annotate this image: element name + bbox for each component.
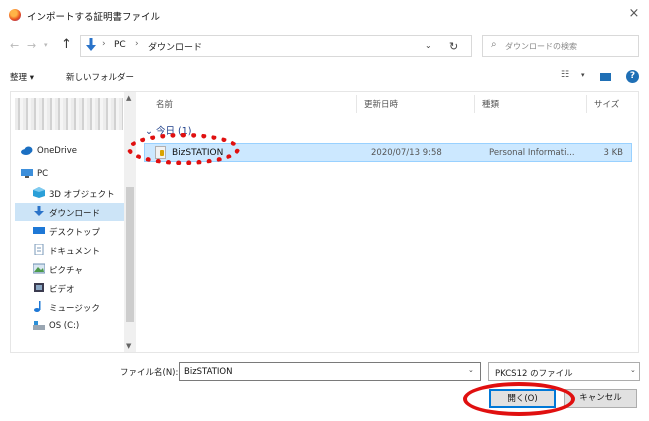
sidebar-item-label: ダウンロード [49,209,101,219]
cloud-icon [21,146,33,155]
scroll-down-icon[interactable]: ▼ [126,342,131,350]
blurred-quick-access [15,98,123,130]
recent-locations-chevron-icon[interactable]: ▾ [44,41,48,49]
column-header-date[interactable]: 更新日時 [364,98,398,110]
sidebar-item-desktop[interactable]: デスクトップ [15,222,125,240]
breadcrumb-downloads[interactable]: ダウンロード [148,40,202,53]
sidebar-item-label: ピクチャ [49,266,83,276]
sidebar-item-pc[interactable]: PC [15,165,125,183]
organize-button[interactable]: 整理 ▾ [10,71,34,83]
search-placeholder: ダウンロードの検索 [505,42,577,51]
view-options-icon[interactable]: ☷ [561,70,569,80]
title-bar: インポートする証明書ファイル × [0,0,649,30]
sidebar-item-label: デスクトップ [49,228,101,238]
sidebar-item-label: OneDrive [37,146,77,156]
close-button[interactable]: × [625,5,643,23]
view-chevron-icon[interactable]: ▾ [581,71,585,79]
column-header-name[interactable]: 名前 [156,98,173,110]
desktop-icon [33,227,45,234]
address-dropdown-icon[interactable]: ⌄ [425,41,432,50]
sidebar-item-onedrive[interactable]: OneDrive [15,142,125,160]
filename-dropdown-icon[interactable]: ⌄ [468,366,474,374]
firefox-icon [9,9,21,21]
new-folder-button[interactable]: 新しいフォルダー [66,71,134,83]
filetype-select[interactable]: PKCS12 のファイル [488,362,640,381]
column-header-size[interactable]: サイズ [594,98,619,110]
navigation-bar: ← → ▾ ↑ › PC › ダウンロード ⌄ ↻ ⌕ ダウンロードの検索 [0,32,649,60]
scrollbar-thumb[interactable] [126,187,134,322]
picture-icon [33,263,45,274]
window-title: インポートする証明書ファイル [27,12,161,23]
forward-arrow-icon[interactable]: → [27,39,36,52]
sidebar-item-documents[interactable]: ドキュメント [15,241,125,259]
help-icon[interactable]: ? [626,70,639,83]
filename-input[interactable]: BizSTATION [179,362,481,381]
music-icon [34,301,41,312]
download-icon [34,206,44,216]
video-icon [34,283,44,292]
computer-icon [21,169,33,178]
sidebar-item-music[interactable]: ミュージック [15,298,125,316]
refresh-icon[interactable]: ↻ [449,40,458,53]
command-bar: 整理 ▾ 新しいフォルダー ☷ ▾ ? [0,64,649,88]
file-date: 2020/07/13 9:58 [371,148,442,158]
filename-label: ファイル名(N): [120,368,179,378]
column-divider[interactable] [356,95,357,113]
back-arrow-icon[interactable]: ← [10,39,19,52]
sidebar-item-pictures[interactable]: ピクチャ [15,260,125,278]
sidebar-item-label: PC [37,169,49,179]
column-divider[interactable] [474,95,475,113]
scroll-up-icon[interactable]: ▲ [126,94,131,102]
cube-icon [33,187,45,198]
sidebar-item-os-c[interactable]: OS (C:) [15,317,125,335]
column-divider[interactable] [586,95,587,113]
search-input[interactable]: ⌕ ダウンロードの検索 [482,35,639,57]
sidebar-item-3d-objects[interactable]: 3D オブジェクト [15,184,125,202]
drive-icon [33,321,45,330]
breadcrumb-pc[interactable]: PC [114,40,126,50]
download-folder-icon [86,38,96,51]
sidebar-item-label: OS (C:) [49,321,80,331]
file-highlight-annotation [127,133,240,165]
sidebar-item-label: ミュージック [49,304,100,314]
file-open-dialog: インポートする証明書ファイル × ← → ▾ ↑ › PC › ダウンロード ⌄… [0,0,649,421]
file-list: 名前 更新日時 種類 サイズ ⌄ 今日 (1) BizSTATION 2020/… [138,92,638,352]
main-content: OneDrive PC 3D オブジェクト ダウンロード デスクトップ ドキュメ… [10,91,639,353]
search-icon: ⌕ [491,39,497,50]
column-header-type[interactable]: 種類 [482,98,499,110]
breadcrumb-separator: › [102,39,106,49]
filetype-dropdown-icon[interactable]: ⌄ [630,366,636,374]
sidebar-item-label: ドキュメント [49,247,101,257]
file-type: Personal Informati... [489,148,575,158]
sidebar-item-label: ビデオ [49,285,75,295]
file-size: 3 KB [603,148,623,158]
document-icon [34,244,44,255]
navigation-scrollbar[interactable]: ▲ ▼ [124,92,136,352]
sidebar-item-label: 3D オブジェクト [49,190,115,200]
preview-pane-icon[interactable] [600,73,611,81]
sidebar-item-downloads[interactable]: ダウンロード [15,203,125,221]
sidebar-item-videos[interactable]: ビデオ [15,279,125,297]
address-bar[interactable]: › PC › ダウンロード [80,35,472,57]
navigation-pane: OneDrive PC 3D オブジェクト ダウンロード デスクトップ ドキュメ… [11,92,138,352]
open-button-highlight-annotation [463,382,575,416]
breadcrumb-separator: › [135,39,139,49]
up-arrow-icon[interactable]: ↑ [61,37,72,52]
